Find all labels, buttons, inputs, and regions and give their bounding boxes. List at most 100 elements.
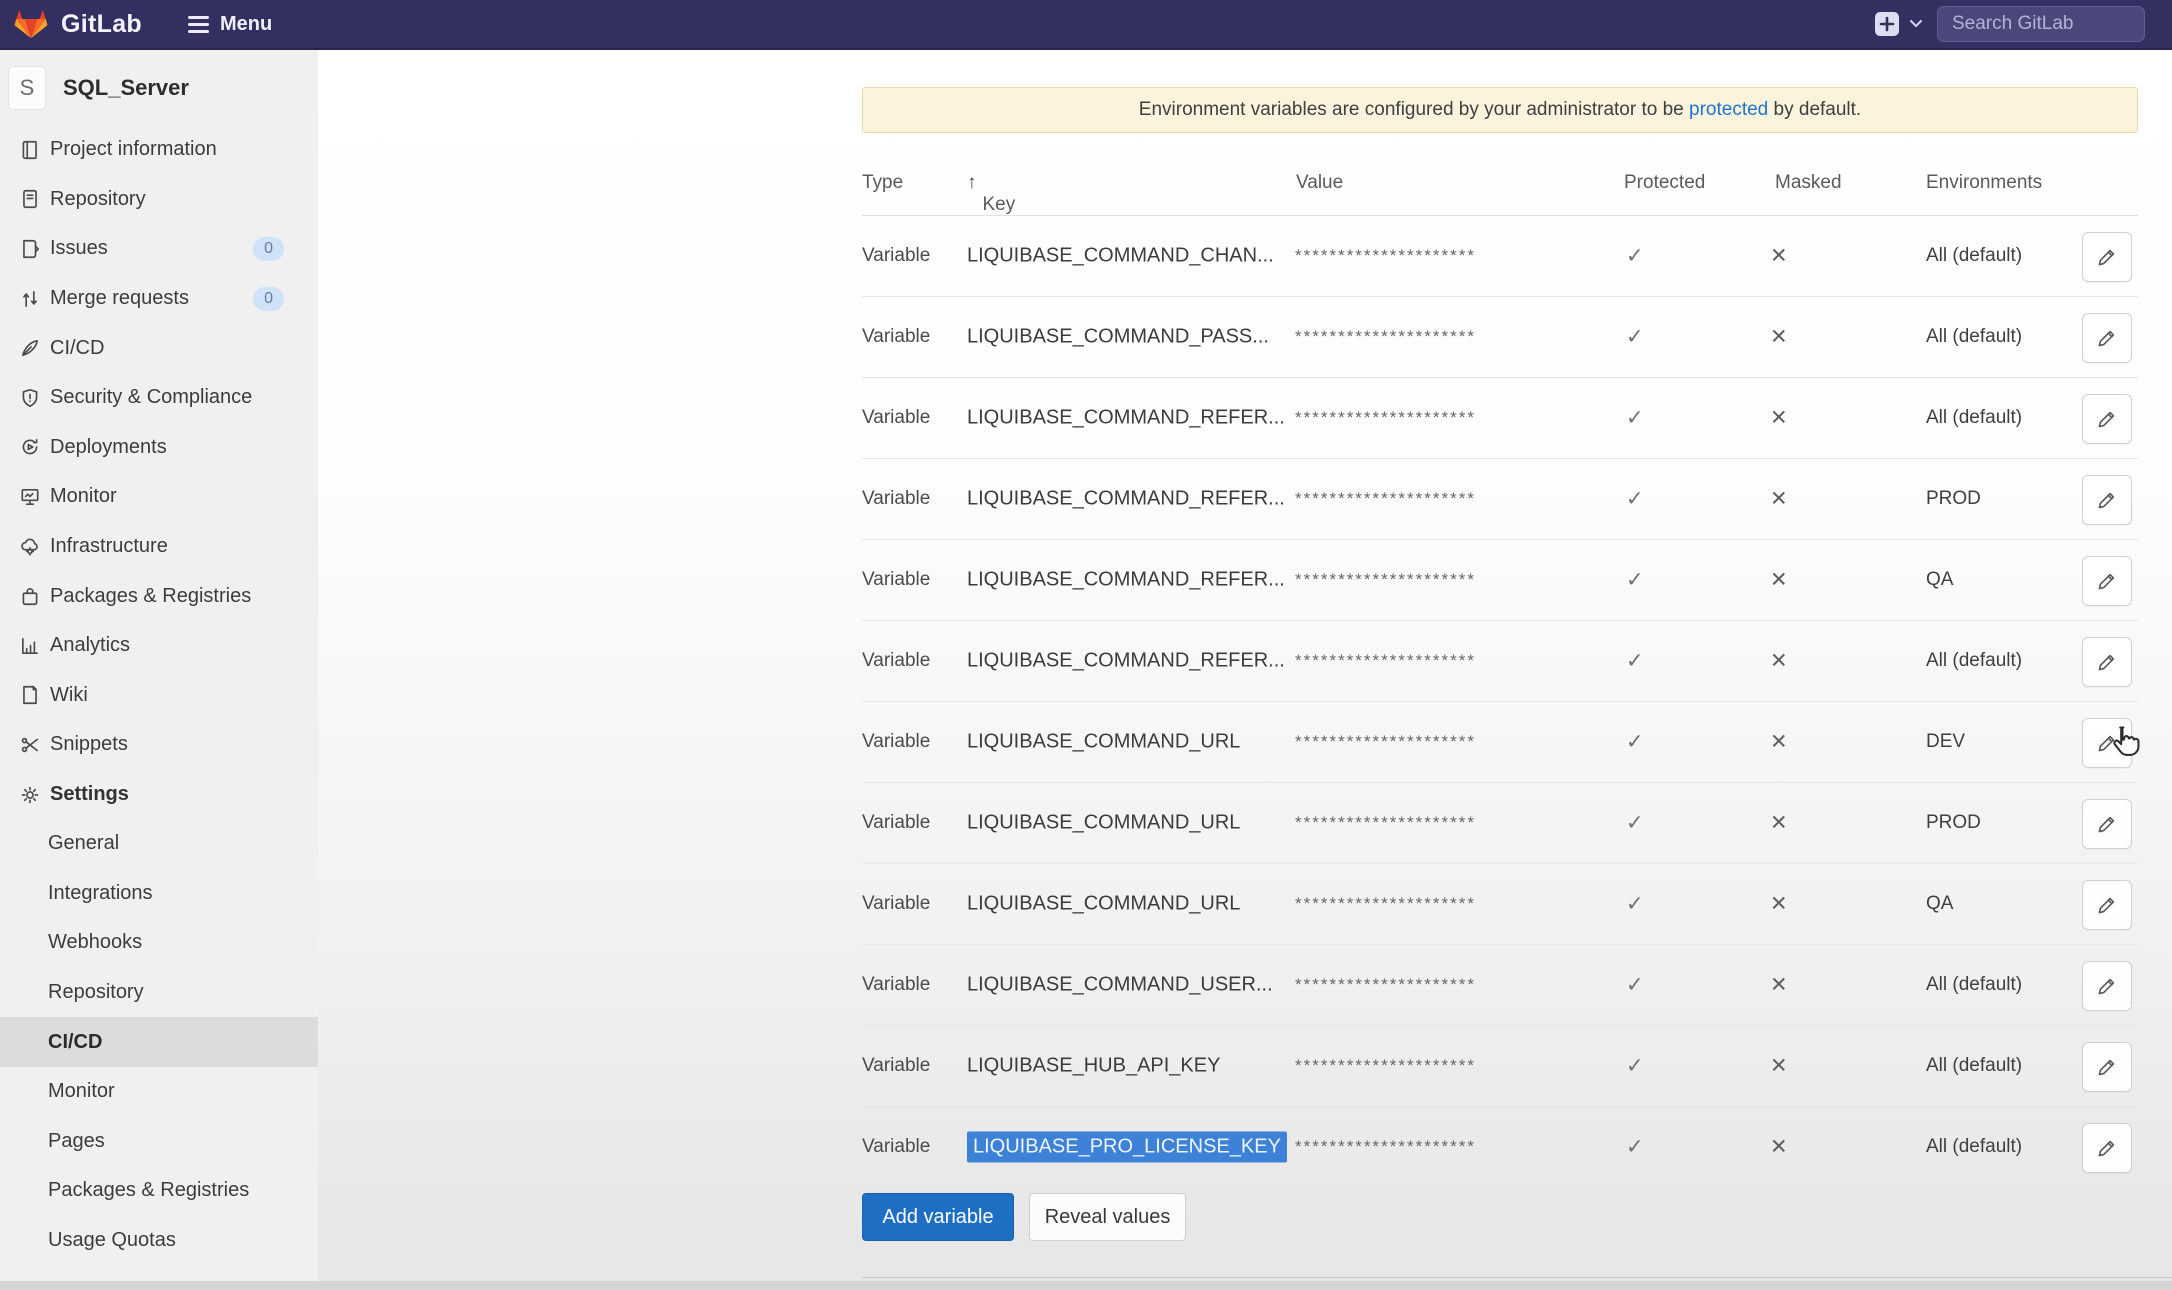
sidebar-item-repository[interactable]: Repository xyxy=(0,175,318,225)
security-compliance-icon xyxy=(18,386,42,410)
cell-key: LIQUIBASE_COMMAND_USER... xyxy=(967,974,1273,997)
settings-subitem-monitor[interactable]: Monitor xyxy=(0,1067,318,1117)
search-input[interactable] xyxy=(1937,6,2145,42)
cell-environments: DEV xyxy=(1926,731,1965,753)
sidebar-item-label: Settings xyxy=(50,783,129,806)
cell-type: Variable xyxy=(862,974,930,996)
sidebar-item-label: Repository xyxy=(50,188,146,211)
column-header-value: Value xyxy=(1296,172,1343,194)
cell-key: LIQUIBASE_HUB_API_KEY xyxy=(967,1055,1220,1078)
pencil-icon xyxy=(2096,894,2118,916)
sidebar-item-label: Project information xyxy=(50,138,217,161)
sidebar-item-snippets[interactable]: Snippets xyxy=(0,720,318,770)
variable-row: Variable LIQUIBASE_COMMAND_REFER... ****… xyxy=(862,378,2138,459)
cell-environments: PROD xyxy=(1926,812,1981,834)
deployments-icon xyxy=(18,435,42,459)
masked-x-icon: ✕ xyxy=(1770,892,1788,917)
settings-subitem-integrations[interactable]: Integrations xyxy=(0,869,318,919)
sidebar-item-analytics[interactable]: Analytics xyxy=(0,621,318,671)
sidebar-item-ci-cd[interactable]: CI/CD xyxy=(0,323,318,373)
variable-row: Variable LIQUIBASE_HUB_API_KEY *********… xyxy=(862,1026,2138,1107)
edit-variable-button[interactable] xyxy=(2082,232,2132,282)
sidebar-item-project-information[interactable]: Project information xyxy=(0,125,318,175)
brand-wordmark: GitLab xyxy=(61,10,142,39)
edit-variable-button[interactable] xyxy=(2082,637,2132,687)
sidebar-item-merge-requests[interactable]: Merge requests 0 xyxy=(0,274,318,324)
settings-subitem-pages[interactable]: Pages xyxy=(0,1117,318,1167)
gitlab-home-link[interactable]: GitLab xyxy=(14,9,142,39)
cell-type: Variable xyxy=(862,326,930,348)
sidebar-item-issues[interactable]: Issues 0 xyxy=(0,224,318,274)
masked-x-icon: ✕ xyxy=(1770,244,1788,269)
pencil-icon xyxy=(2096,1056,2118,1078)
sidebar-item-label: Snippets xyxy=(50,733,128,756)
sidebar-item-wiki[interactable]: Wiki xyxy=(0,671,318,721)
protected-check-icon: ✓ xyxy=(1626,892,1644,917)
pencil-icon xyxy=(2096,408,2118,430)
masked-x-icon: ✕ xyxy=(1770,1054,1788,1079)
cell-key: LIQUIBASE_COMMAND_REFER... xyxy=(967,650,1285,673)
cell-type: Variable xyxy=(862,245,930,267)
project-link[interactable]: S SQL_Server xyxy=(0,63,318,113)
sidebar-item-packages-registries[interactable]: Packages & Registries xyxy=(0,571,318,621)
sidebar-item-label: Security & Compliance xyxy=(50,386,252,409)
variable-row: Variable LIQUIBASE_PRO_LICENSE_KEY *****… xyxy=(862,1107,2138,1188)
sidebar-nav: Project information Repository Issues 0 … xyxy=(0,125,318,819)
sidebar-item-label: Infrastructure xyxy=(50,535,168,558)
edit-variable-button[interactable] xyxy=(2082,880,2132,930)
project-name: SQL_Server xyxy=(63,75,189,101)
sidebar-item-settings[interactable]: Settings xyxy=(0,770,318,820)
cell-key: LIQUIBASE_COMMAND_REFER... xyxy=(967,488,1285,511)
edit-variable-button[interactable] xyxy=(2082,1123,2132,1173)
protected-check-icon: ✓ xyxy=(1626,244,1644,269)
cell-value-masked: ********************* xyxy=(1295,327,1476,347)
settings-subitem-usage-quotas[interactable]: Usage Quotas xyxy=(0,1216,318,1266)
edit-variable-button[interactable] xyxy=(2082,313,2132,363)
protected-check-icon: ✓ xyxy=(1626,973,1644,998)
banner-text: Environment variables are configured by … xyxy=(1139,99,1689,121)
settings-subitem-webhooks[interactable]: Webhooks xyxy=(0,918,318,968)
edit-variable-button[interactable] xyxy=(2082,718,2132,768)
masked-x-icon: ✕ xyxy=(1770,730,1788,755)
cell-type: Variable xyxy=(862,569,930,591)
edit-variable-button[interactable] xyxy=(2082,475,2132,525)
cell-type: Variable xyxy=(862,1136,930,1158)
pencil-icon xyxy=(2096,1137,2118,1159)
sidebar: S SQL_Server Project information Reposit… xyxy=(0,50,318,1290)
cell-value-masked: ********************* xyxy=(1295,813,1476,833)
edit-variable-button[interactable] xyxy=(2082,394,2132,444)
new-menu-button[interactable] xyxy=(1874,11,1923,37)
pencil-icon xyxy=(2096,813,2118,835)
edit-variable-button[interactable] xyxy=(2082,1042,2132,1092)
edit-variable-button[interactable] xyxy=(2082,556,2132,606)
protected-check-icon: ✓ xyxy=(1626,325,1644,350)
merge-requests-icon xyxy=(18,287,42,311)
cell-key: LIQUIBASE_COMMAND_REFER... xyxy=(967,407,1285,430)
settings-subitem-general[interactable]: General xyxy=(0,819,318,869)
protected-link[interactable]: protected xyxy=(1689,99,1768,121)
variable-row: Variable LIQUIBASE_COMMAND_REFER... ****… xyxy=(862,459,2138,540)
settings-subitem-ci-cd[interactable]: CI/CD xyxy=(0,1017,318,1067)
cell-key: LIQUIBASE_COMMAND_URL xyxy=(967,812,1240,835)
pencil-icon xyxy=(2096,489,2118,511)
variable-row: Variable LIQUIBASE_COMMAND_USER... *****… xyxy=(862,945,2138,1026)
menu-button[interactable]: Menu xyxy=(188,13,272,36)
sidebar-item-infrastructure[interactable]: Infrastructure xyxy=(0,522,318,572)
issues-icon xyxy=(18,237,42,261)
cell-key: LIQUIBASE_PRO_LICENSE_KEY xyxy=(967,1132,1287,1163)
cell-type: Variable xyxy=(862,893,930,915)
sidebar-item-monitor[interactable]: Monitor xyxy=(0,472,318,522)
edit-variable-button[interactable] xyxy=(2082,961,2132,1011)
settings-subitem-repository[interactable]: Repository xyxy=(0,968,318,1018)
sidebar-item-security-compliance[interactable]: Security & Compliance xyxy=(0,373,318,423)
settings-subitem-packages-registries[interactable]: Packages & Registries xyxy=(0,1166,318,1216)
cell-key: LIQUIBASE_COMMAND_URL xyxy=(967,893,1240,916)
gitlab-tanuki-icon xyxy=(14,9,48,39)
edit-variable-button[interactable] xyxy=(2082,799,2132,849)
wiki-icon xyxy=(18,683,42,707)
add-variable-button[interactable]: Add variable xyxy=(862,1193,1014,1241)
sidebar-item-deployments[interactable]: Deployments xyxy=(0,423,318,473)
count-badge: 0 xyxy=(253,237,284,261)
reveal-values-button[interactable]: Reveal values xyxy=(1029,1193,1186,1241)
column-header-key[interactable]: ↑Key xyxy=(967,172,983,194)
